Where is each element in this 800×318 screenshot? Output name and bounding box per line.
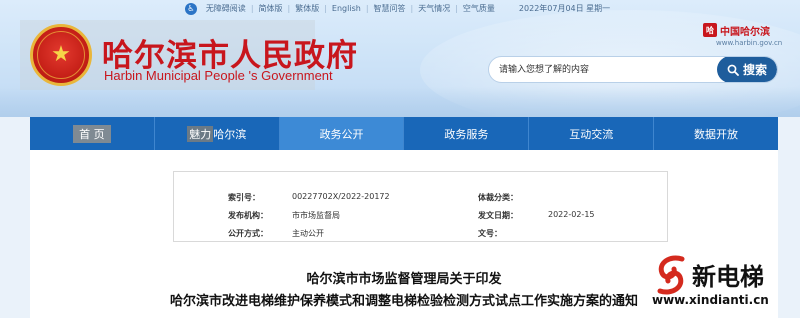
nav-item-label: 互动交流 [569,127,614,141]
search-input[interactable] [489,57,717,82]
metadata-row: 索引号： 00227702X/2022-20172 体裁分类： [174,192,667,210]
index-value: 00227702X/2022-20172 [292,192,390,201]
china-harbin-logo: 哈 中国哈尔滨 [703,22,781,38]
nav-item-label-highlight: 魅力 [187,125,214,142]
watermark-url: www.xindianti.cn [652,293,769,307]
nav-item-label: 数据开放 [694,127,739,141]
header-skyline [0,87,800,117]
harbin-logo-icon: 哈 [703,23,717,37]
topbar-weather[interactable]: 天气情况 [413,3,455,14]
nav-item-gov-affairs-open[interactable]: 政务公开 [279,117,405,150]
main-nav: 首 页 魅力 哈尔滨 政务公开 政务服务 互动交流 数据开放 [30,117,778,150]
nav-item-gov-services[interactable]: 政务服务 [404,117,530,150]
publisher-label: 发布机构： [228,211,268,220]
disclosure-value: 主动公开 [292,229,324,238]
site-subtitle: Harbin Municipal People 's Government [104,68,333,83]
nav-item-home[interactable]: 首 页 [30,117,155,150]
category-label: 体裁分类： [478,193,518,202]
nav-item-label: 政务服务 [444,127,489,141]
search-button[interactable]: 搜索 [717,57,777,82]
topbar-traditional[interactable]: 繁体版 [290,3,324,14]
issue-date-value: 2022-02-15 [548,210,595,219]
nav-item-label: 哈尔滨 [213,127,247,141]
watermark: 新电梯 www.xindianti.cn [652,255,800,318]
topbar-english[interactable]: English [327,4,366,13]
search-box: 搜索 [488,56,778,83]
topbar-smart-qa[interactable]: 智慧问答 [369,3,411,14]
index-label: 索引号： [228,193,260,202]
header: ♿ 无障碍阅读 | 简体版 | 繁体版 | English | 智慧问答 | 天… [0,0,800,117]
disclosure-label: 公开方式： [228,229,268,238]
nav-item-interaction[interactable]: 互动交流 [529,117,655,150]
watermark-logo-icon [657,255,685,295]
topbar-simplified[interactable]: 简体版 [254,3,288,14]
metadata-row: 公开方式： 主动公开 文号： [174,228,667,246]
top-utility-bar: ♿ 无障碍阅读 | 简体版 | 繁体版 | English | 智慧问答 | 天… [0,0,800,17]
topbar-accessible-reading[interactable]: 无障碍阅读 [201,3,251,14]
search-icon [727,64,739,76]
nav-item-data-open[interactable]: 数据开放 [654,117,778,150]
logo-url: www.harbin.gov.cn [716,39,783,47]
issue-date-label: 发文日期： [478,211,518,220]
doc-number-label: 文号： [478,229,502,238]
search-button-label: 搜索 [742,63,767,77]
emblem-ring [37,31,85,79]
logo-text: 中国哈尔滨 [720,26,770,38]
document-metadata-box: 索引号： 00227702X/2022-20172 体裁分类： 发布机构： 市市… [173,171,668,242]
topbar-air-quality[interactable]: 空气质量 [458,3,500,14]
accessibility-icon[interactable]: ♿ [184,2,197,15]
publisher-value: 市市场监督局 [292,211,340,220]
topbar-date: 2022年07月04日 星期一 [518,4,611,13]
nav-item-charm-harbin[interactable]: 魅力 哈尔滨 [155,117,280,150]
metadata-row: 发布机构： 市市场监督局 发文日期： 2022-02-15 [174,210,667,228]
nav-item-label: 政务公开 [319,127,364,141]
nav-item-label: 首 页 [73,124,111,143]
watermark-text: 新电梯 [692,263,764,291]
national-emblem-icon: ★ [30,24,92,86]
